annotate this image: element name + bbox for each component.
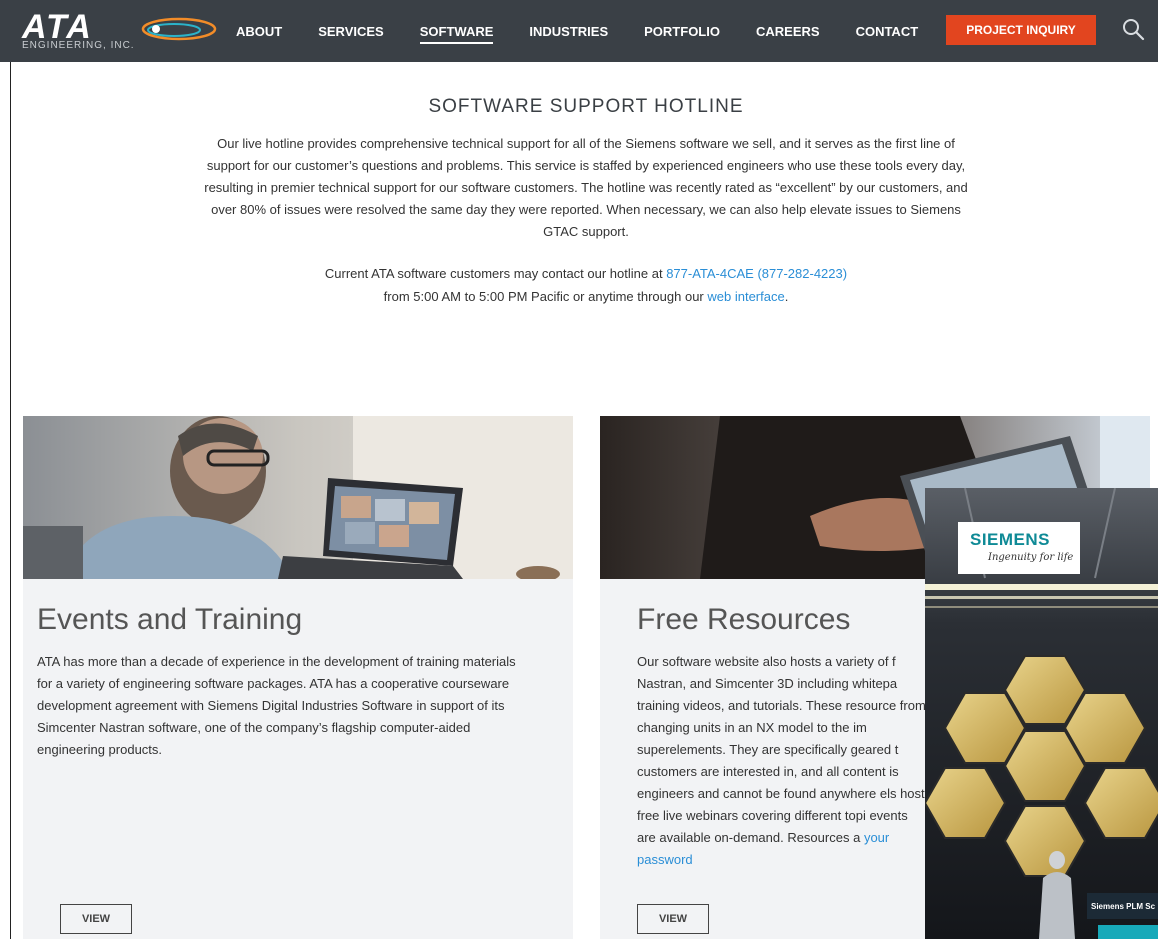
search-icon[interactable] — [1120, 16, 1146, 42]
logo-swoosh-icon — [141, 17, 217, 41]
events-training-photo — [23, 416, 573, 579]
siemens-tagline: Ingenuity for life — [988, 552, 1074, 563]
events-training-text: ATA has more than a decade of experience… — [37, 654, 516, 757]
project-inquiry-button[interactable]: PROJECT INQUIRY — [946, 15, 1096, 45]
main-nav: ABOUT SERVICES SOFTWARE INDUSTRIES PORTF… — [236, 0, 954, 62]
phone-link[interactable]: 877-ATA-4CAE (877-282-4223) — [666, 266, 847, 281]
nav-services[interactable]: SERVICES — [318, 0, 384, 62]
free-resources-view-button[interactable]: VIEW — [637, 904, 709, 934]
hotline-title: SOFTWARE SUPPORT HOTLINE — [428, 96, 744, 117]
events-training-view-button[interactable]: VIEW — [60, 904, 132, 934]
free-resources-title: Free Resources — [637, 603, 851, 636]
events-training-title: Events and Training — [37, 603, 303, 636]
site-header: ATA ENGINEERING, INC. ABOUT SERVICES SOF… — [0, 0, 1158, 62]
hours-prefix: from 5:00 AM to 5:00 PM Pacific or anyti… — [383, 289, 708, 304]
nav-software[interactable]: SOFTWARE — [419, 0, 493, 62]
web-interface-link[interactable]: web interface — [707, 289, 784, 304]
nav-about[interactable]: ABOUT — [236, 0, 282, 62]
siemens-logo: SIEMENS Ingenuity for life — [958, 522, 1080, 574]
logo-subtitle: ENGINEERING, INC. — [22, 40, 135, 51]
nav-contact[interactable]: CONTACT — [856, 0, 919, 62]
hours-suffix: . — [784, 289, 789, 304]
nav-industries[interactable]: INDUSTRIES — [529, 0, 608, 62]
nav-careers[interactable]: CAREERS — [756, 0, 820, 62]
free-resources-text: Our software website also hosts a variet… — [637, 651, 927, 871]
ata-logo[interactable]: ATA ENGINEERING, INC. — [20, 6, 220, 56]
contact-prefix: Current ATA software customers may conta… — [324, 266, 667, 281]
siemens-brand: SIEMENS — [970, 530, 1051, 549]
free-resources-body: Our software website also hosts a variet… — [637, 654, 926, 845]
ad-footer-label: Siemens PLM Sc — [1087, 893, 1158, 919]
hotline-description: Our live hotline provides comprehensive … — [204, 136, 968, 239]
hotline-hours-line: from 5:00 AM to 5:00 PM Pacific or anyti… — [0, 289, 1158, 304]
hotline-contact-line: Current ATA software customers may conta… — [0, 266, 1158, 281]
siemens-ad[interactable]: SIEMENS Ingenuity for life Siemens PLM S… — [925, 488, 1158, 939]
page-edge-line — [10, 62, 11, 939]
nav-portfolio[interactable]: PORTFOLIO — [644, 0, 720, 62]
ad-cta-bar[interactable] — [1098, 925, 1158, 939]
